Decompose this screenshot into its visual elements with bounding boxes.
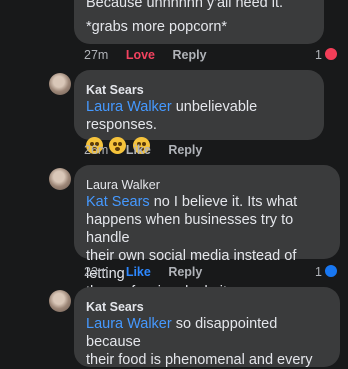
like-reaction-icon [323, 263, 339, 279]
heart-reaction-icon [323, 46, 339, 62]
like-button[interactable]: Like [126, 143, 151, 157]
comment-bubble: Kat Sears Laura Walker unbelievable resp… [74, 70, 324, 155]
comment-author[interactable]: Laura Walker [86, 177, 328, 193]
reply-button[interactable]: Reply [168, 265, 202, 279]
reaction-count[interactable]: 1 [315, 264, 322, 280]
comment-time[interactable]: 27m [84, 48, 108, 62]
comment-text: Kat Sears no I believe it. Its what [86, 193, 328, 211]
comment-text: Laura Walker unbelievable responses. [86, 98, 312, 134]
comment-time[interactable]: 26m [84, 143, 108, 157]
comment-bubble: Laura Walker Kat Sears no I believe it. … [74, 165, 340, 300]
like-button[interactable]: Like [126, 265, 151, 279]
reply-button[interactable]: Reply [172, 48, 206, 62]
comment-bubble: Because uhhhhhh y'all need it. *grabs mo… [74, 0, 324, 44]
reply-button[interactable]: Reply [168, 143, 202, 157]
comment-actions: 26m Like Reply [84, 142, 216, 158]
comment-author[interactable]: Kat Sears [86, 82, 312, 98]
comment-actions: 27m Love Reply [84, 47, 221, 63]
mention-link[interactable]: Laura Walker [86, 99, 172, 115]
comment-text: their food is phenomenal and every [86, 352, 313, 368]
mention-link[interactable]: Kat Sears [86, 194, 150, 210]
comment-text: Laura Walker so disappointed because [86, 315, 328, 351]
avatar[interactable] [49, 290, 71, 312]
comment-actions: 23m Like Reply [84, 264, 216, 280]
comment-text: Because uhhhhhh y'all need it. [86, 0, 284, 11]
comment-text: *grabs more popcorn* [86, 19, 228, 35]
comment-body: no I believe it. Its what [149, 194, 298, 210]
mention-link[interactable]: Laura Walker [86, 316, 172, 332]
avatar[interactable] [49, 73, 71, 95]
avatar[interactable] [49, 168, 71, 190]
love-button[interactable]: Love [126, 48, 155, 62]
comment-bubble: Kat Sears Laura Walker so disappointed b… [74, 287, 340, 368]
comment-time[interactable]: 23m [84, 265, 108, 279]
reaction-count[interactable]: 1 [315, 47, 322, 63]
comment-author[interactable]: Kat Sears [86, 299, 328, 315]
comment-text: happens when businesses try to handle [86, 212, 294, 246]
